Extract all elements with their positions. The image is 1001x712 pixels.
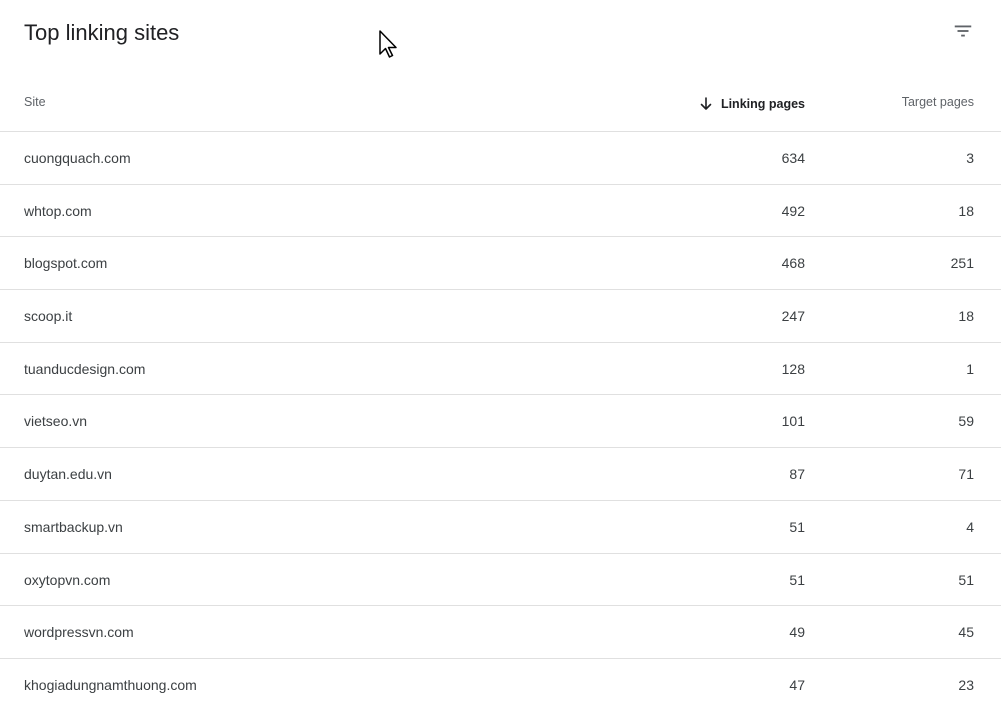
cell-target-pages: 45 — [958, 624, 974, 641]
column-header-linking-pages-label: Linking pages — [720, 97, 805, 111]
cell-site: khogiadungnamthuong.com — [24, 676, 197, 693]
linking-sites-table: Site Linking pages Target pages cuongqua… — [0, 76, 1001, 712]
cell-target-pages: 1 — [966, 360, 974, 377]
cell-site: wordpressvn.com — [24, 624, 134, 641]
cell-target-pages: 18 — [958, 308, 974, 325]
cell-site: whtop.com — [24, 202, 92, 219]
cell-target-pages: 251 — [950, 255, 974, 272]
cell-target-pages: 59 — [958, 413, 974, 430]
cell-target-pages: 4 — [966, 518, 974, 535]
table-row[interactable]: duytan.edu.vn 87 71 — [0, 448, 1001, 501]
cell-linking-pages: 492 — [781, 202, 805, 219]
cell-target-pages: 18 — [958, 202, 974, 219]
page-title: Top linking sites — [24, 20, 180, 45]
cell-linking-pages: 47 — [789, 676, 805, 693]
column-header-linking-pages[interactable]: Linking pages — [699, 76, 805, 132]
table-row[interactable]: tuanducdesign.com 128 1 — [0, 343, 1001, 396]
table-header: Site Linking pages Target pages — [0, 76, 1001, 132]
table-body: cuongquach.com 634 3 whtop.com 492 18 bl… — [0, 132, 1001, 712]
cell-site: tuanducdesign.com — [24, 360, 146, 377]
cell-linking-pages: 51 — [789, 518, 805, 535]
cell-target-pages: 23 — [958, 676, 974, 693]
cell-linking-pages: 101 — [781, 413, 805, 430]
table-row[interactable]: vietseo.vn 101 59 — [0, 395, 1001, 449]
filter-button[interactable] — [946, 14, 980, 48]
cell-linking-pages: 247 — [781, 308, 805, 325]
table-row[interactable]: oxytopvn.com 51 51 — [0, 554, 1001, 607]
cell-site: blogspot.com — [24, 255, 108, 272]
cell-target-pages: 71 — [958, 466, 974, 483]
column-header-target-pages[interactable]: Target pages — [902, 76, 974, 132]
cell-site: smartbackup.vn — [24, 518, 123, 535]
table-row[interactable]: scoop.it 247 18 — [0, 290, 1001, 343]
cell-target-pages: 51 — [958, 571, 974, 588]
card-header: Top linking sites — [0, 0, 1001, 70]
table-row[interactable]: smartbackup.vn 51 4 — [0, 501, 1001, 554]
table-row[interactable]: whtop.com 492 18 — [0, 185, 1001, 238]
cell-linking-pages: 468 — [781, 255, 805, 272]
cell-site: vietseo.vn — [24, 413, 88, 430]
cell-site: scoop.it — [24, 308, 73, 325]
cell-site: duytan.edu.vn — [24, 466, 112, 483]
arrow-down-icon — [699, 97, 713, 111]
cell-site: cuongquach.com — [24, 150, 131, 166]
filter-list-icon — [954, 25, 972, 37]
table-row[interactable]: wordpressvn.com 49 45 — [0, 606, 1001, 659]
cell-linking-pages: 49 — [789, 624, 805, 641]
cell-target-pages: 3 — [966, 150, 974, 166]
cell-linking-pages: 87 — [789, 466, 805, 483]
cell-linking-pages: 51 — [789, 571, 805, 588]
cell-site: oxytopvn.com — [24, 571, 111, 588]
table-row[interactable]: cuongquach.com 634 3 — [0, 132, 1001, 185]
table-row[interactable]: blogspot.com 468 251 — [0, 237, 1001, 291]
column-header-site[interactable]: Site — [24, 76, 46, 132]
cell-linking-pages: 128 — [781, 360, 805, 377]
cell-linking-pages: 634 — [781, 150, 805, 166]
